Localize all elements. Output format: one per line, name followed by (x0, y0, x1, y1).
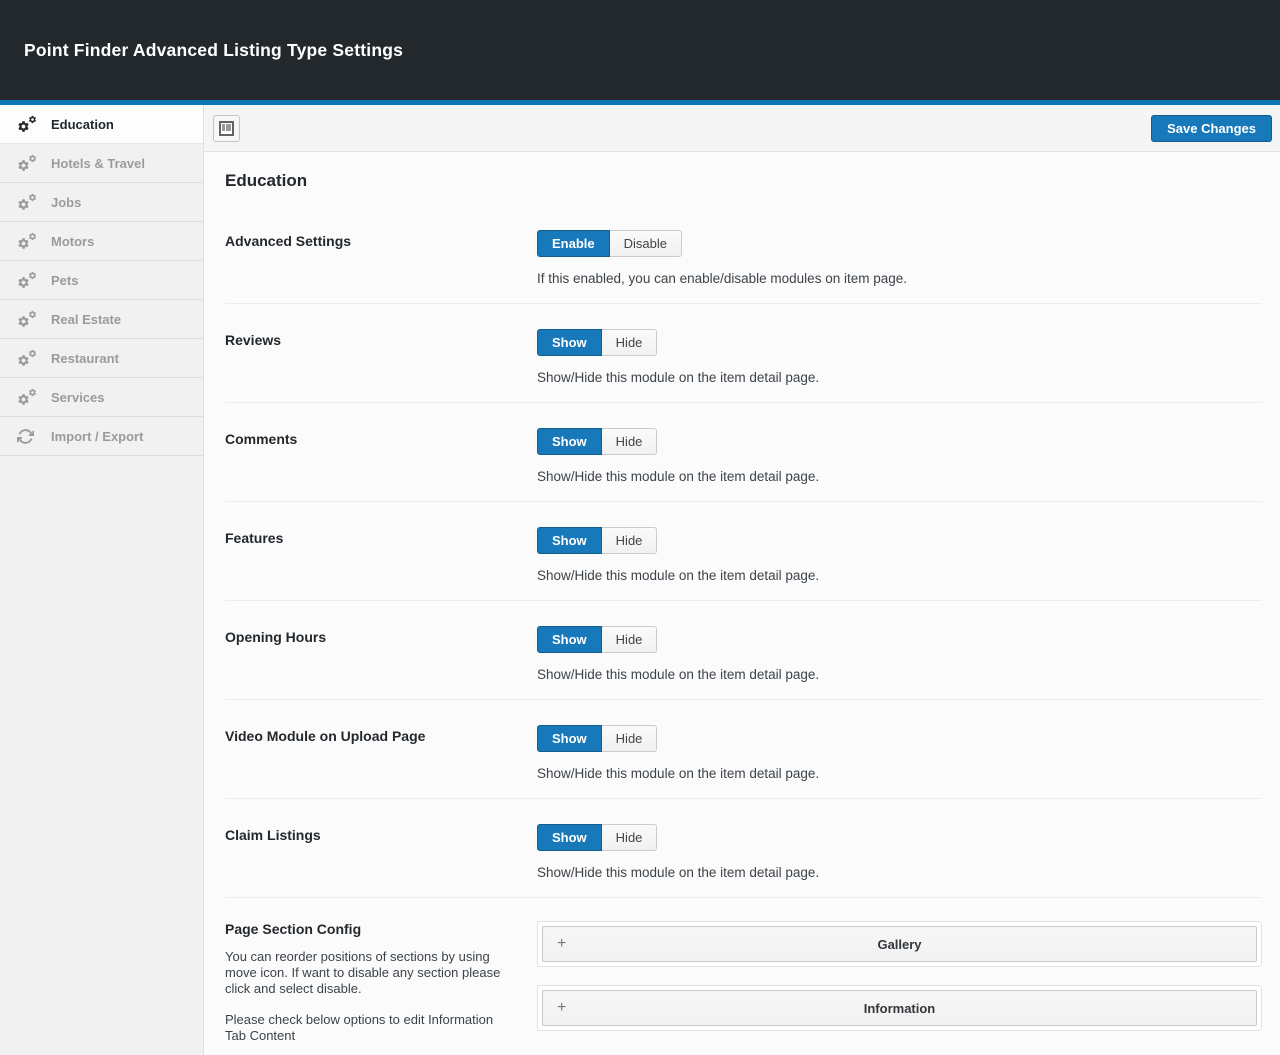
section-panel-gallery: + Gallery (537, 921, 1262, 967)
settings-row-video-module: Video Module on Upload Page Show Hide Sh… (225, 700, 1262, 799)
sidebar-item-pets[interactable]: Pets (0, 261, 203, 300)
show-button[interactable]: Show (537, 824, 602, 851)
section-header-gallery[interactable]: + Gallery (542, 926, 1257, 962)
setting-label: Features (225, 527, 537, 583)
page-title: Education (225, 171, 1262, 191)
hide-button[interactable]: Hide (602, 527, 658, 554)
settings-row-features: Features Show Hide Show/Hide this module… (225, 502, 1262, 601)
section-panel-information: + Information (537, 985, 1262, 1031)
setting-label: Opening Hours (225, 626, 537, 682)
save-changes-button[interactable]: Save Changes (1151, 115, 1272, 142)
sidebar-item-hotels-travel[interactable]: Hotels & Travel (0, 144, 203, 183)
setting-description: Show/Hide this module on the item detail… (537, 766, 1262, 781)
sidebar-item-label: Jobs (51, 195, 81, 210)
sidebar-item-real-estate[interactable]: Real Estate (0, 300, 203, 339)
settings-content: Education Advanced Settings Enable Disab… (204, 152, 1280, 1055)
hide-button[interactable]: Hide (602, 725, 658, 752)
show-hide-toggle: Show Hide (537, 527, 657, 554)
setting-description: Show/Hide this module on the item detail… (537, 469, 1262, 484)
enable-disable-toggle: Enable Disable (537, 230, 682, 257)
cogs-icon (17, 311, 39, 328)
show-button[interactable]: Show (537, 527, 602, 554)
sidebar-item-label: Education (51, 117, 114, 132)
setting-description: Show/Hide this module on the item detail… (537, 370, 1262, 385)
sidebar-item-restaurant[interactable]: Restaurant (0, 339, 203, 378)
setting-description: Show/Hide this module on the item detail… (537, 568, 1262, 583)
app-header: Point Finder Advanced Listing Type Setti… (0, 0, 1280, 100)
setting-label: Advanced Settings (225, 230, 537, 286)
cogs-icon (17, 272, 39, 289)
toolbar: Save Changes (204, 105, 1280, 152)
main-layout: Education Hotels & Travel Jobs Motors Pe… (0, 105, 1280, 1055)
sidebar-item-jobs[interactable]: Jobs (0, 183, 203, 222)
show-button[interactable]: Show (537, 725, 602, 752)
hide-button[interactable]: Hide (602, 626, 658, 653)
sidebar-item-label: Motors (51, 234, 94, 249)
cogs-icon (17, 194, 39, 211)
cogs-icon (17, 116, 39, 133)
setting-description: Show/Hide this module on the item detail… (537, 865, 1262, 880)
sidebar-item-import-export[interactable]: Import / Export (0, 417, 203, 456)
section-header-information[interactable]: + Information (542, 990, 1257, 1026)
sidebar-item-label: Pets (51, 273, 78, 288)
config-description-1: You can reorder positions of sections by… (225, 949, 517, 997)
page-header-title: Point Finder Advanced Listing Type Setti… (24, 40, 403, 61)
hide-button[interactable]: Hide (602, 824, 658, 851)
sidebar-item-services[interactable]: Services (0, 378, 203, 417)
sidebar-item-motors[interactable]: Motors (0, 222, 203, 261)
show-button[interactable]: Show (537, 428, 602, 455)
cogs-icon (17, 233, 39, 250)
enable-button[interactable]: Enable (537, 230, 610, 257)
sidebar-item-label: Services (51, 390, 105, 405)
plus-icon: + (557, 935, 566, 953)
plus-icon: + (557, 999, 566, 1017)
settings-row-opening-hours: Opening Hours Show Hide Show/Hide this m… (225, 601, 1262, 700)
main-panel: Save Changes Education Advanced Settings… (204, 105, 1280, 1055)
show-hide-toggle: Show Hide (537, 725, 657, 752)
setting-description: If this enabled, you can enable/disable … (537, 271, 1262, 286)
config-description-2: Please check below options to edit Infor… (225, 1012, 517, 1044)
sidebar-item-education[interactable]: Education (0, 105, 203, 144)
cogs-icon (17, 155, 39, 172)
settings-row-claim-listings: Claim Listings Show Hide Show/Hide this … (225, 799, 1262, 898)
setting-label: Video Module on Upload Page (225, 725, 537, 781)
setting-label: Claim Listings (225, 824, 537, 880)
setting-label: Reviews (225, 329, 537, 385)
sidebar-item-label: Import / Export (51, 429, 143, 444)
show-hide-toggle: Show Hide (537, 626, 657, 653)
setting-label: Comments (225, 428, 537, 484)
sidebar-item-label: Real Estate (51, 312, 121, 327)
sidebar: Education Hotels & Travel Jobs Motors Pe… (0, 105, 204, 1055)
cogs-icon (17, 389, 39, 406)
show-button[interactable]: Show (537, 329, 602, 356)
hide-button[interactable]: Hide (602, 428, 658, 455)
show-hide-toggle: Show Hide (537, 428, 657, 455)
section-title: Information (864, 1001, 936, 1016)
show-hide-toggle: Show Hide (537, 329, 657, 356)
settings-row-page-section-config: Page Section Config You can reorder posi… (225, 898, 1262, 1055)
sidebar-item-label: Restaurant (51, 351, 119, 366)
show-hide-toggle: Show Hide (537, 824, 657, 851)
setting-label: Page Section Config (225, 921, 537, 937)
cogs-icon (17, 350, 39, 367)
settings-row-comments: Comments Show Hide Show/Hide this module… (225, 403, 1262, 502)
sidebar-item-label: Hotels & Travel (51, 156, 145, 171)
setting-description: Show/Hide this module on the item detail… (537, 667, 1262, 682)
refresh-icon (17, 428, 39, 445)
settings-row-reviews: Reviews Show Hide Show/Hide this module … (225, 304, 1262, 403)
show-button[interactable]: Show (537, 626, 602, 653)
layout-toggle-icon (219, 121, 234, 136)
hide-button[interactable]: Hide (602, 329, 658, 356)
disable-button[interactable]: Disable (610, 230, 682, 257)
section-title: Gallery (877, 937, 921, 952)
layout-toggle-button[interactable] (213, 115, 240, 142)
settings-row-advanced-settings: Advanced Settings Enable Disable If this… (225, 205, 1262, 304)
